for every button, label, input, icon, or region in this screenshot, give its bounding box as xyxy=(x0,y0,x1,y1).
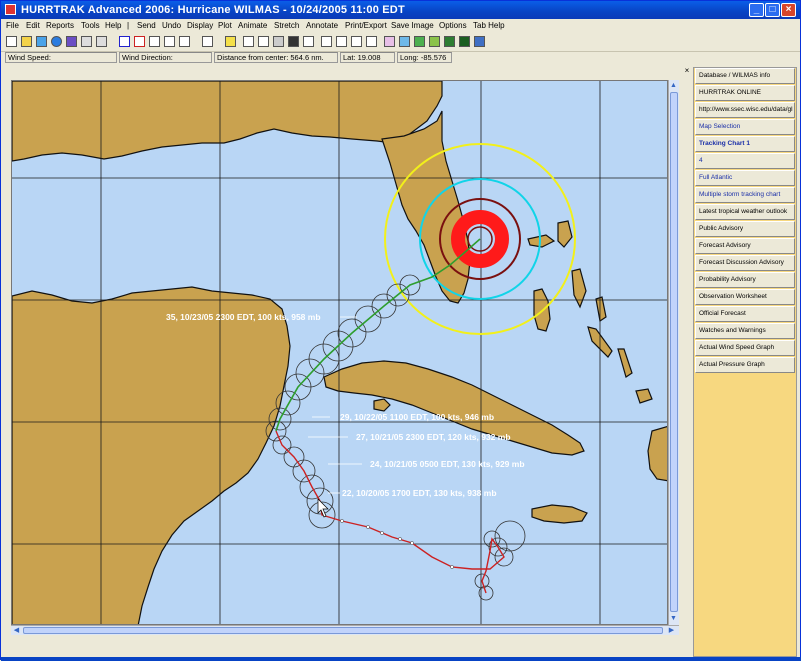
copy-icon[interactable] xyxy=(303,36,314,47)
lat-field: Lat: 19.008 xyxy=(340,52,395,63)
panel-btn-database-info[interactable]: Database / WILMAS info xyxy=(695,68,795,84)
window-title: HURRTRAK Advanced 2006: Hurricane WILMAS… xyxy=(21,4,405,16)
map-horizontal-scrollbar[interactable]: ◀ ▶ xyxy=(11,625,679,635)
refresh-icon[interactable] xyxy=(258,36,269,47)
map-canvas[interactable]: 35, 10/23/05 2300 EDT, 100 kts, 958 mb 2… xyxy=(12,81,668,625)
track-label-22: 22, 10/20/05 1700 EDT, 130 kts, 938 mb xyxy=(342,488,497,498)
panel-btn-public-advisory[interactable]: Public Advisory xyxy=(695,221,795,237)
clipboard-icon[interactable] xyxy=(179,36,190,47)
window-bottom-edge xyxy=(1,657,801,661)
track-label-27: 27, 10/21/05 2300 EDT, 120 kts, 932 mb xyxy=(356,432,511,442)
cycle-icon[interactable] xyxy=(336,36,347,47)
map-dark-icon[interactable] xyxy=(444,36,455,47)
menu-edit[interactable]: Edit xyxy=(26,21,40,30)
radar-icon[interactable] xyxy=(399,36,410,47)
pencil-icon[interactable] xyxy=(96,36,107,47)
menu-file[interactable]: File xyxy=(6,21,19,30)
minimize-button[interactable]: _ xyxy=(749,3,764,17)
track-label-29: 29, 10/22/05 1100 EDT, 100 kts, 946 mb xyxy=(340,412,494,422)
panel-btn-full-atlantic[interactable]: Full Atlantic xyxy=(695,170,795,186)
toolbar xyxy=(1,33,800,52)
satellite-icon[interactable] xyxy=(66,36,77,47)
status-bar: Wind Speed: Wind Direction: Distance fro… xyxy=(1,52,800,64)
distance-field: Distance from center: 564.6 nm. xyxy=(214,52,338,63)
menu-send[interactable]: Send xyxy=(137,21,156,30)
panel-btn-4[interactable]: 4 xyxy=(695,153,795,169)
track-label-35: 35, 10/23/05 2300 EDT, 100 kts, 958 mb xyxy=(166,312,321,322)
menu-annotate[interactable]: Annotate xyxy=(306,21,338,30)
map-vertical-scrollbar[interactable]: ▲ ▼ xyxy=(668,80,679,625)
print-icon[interactable] xyxy=(273,36,284,47)
panel-btn-wind-speed-graph[interactable]: Actual Wind Speed Graph xyxy=(695,340,795,356)
maximize-button[interactable]: □ xyxy=(765,3,780,17)
scroll-right-icon[interactable]: ▶ xyxy=(667,626,676,635)
paint-icon[interactable] xyxy=(321,36,332,47)
panel-btn-url[interactable]: http://www.ssec.wisc.edu/data/gl xyxy=(695,102,795,118)
menu-stretch[interactable]: Stretch xyxy=(274,21,299,30)
grid-icon[interactable] xyxy=(474,36,485,47)
menu-options[interactable]: Options xyxy=(439,21,467,30)
scroll-down-icon[interactable]: ▼ xyxy=(669,614,678,623)
scroll-left-icon[interactable]: ◀ xyxy=(12,626,21,635)
right-panel: Database / WILMAS info HURRTRAK ONLINE h… xyxy=(693,67,797,657)
panel-btn-tracking-chart[interactable]: Tracking Chart 1 xyxy=(695,136,795,152)
menu-animate[interactable]: Animate xyxy=(238,21,267,30)
layer-icon[interactable] xyxy=(149,36,160,47)
title-bar[interactable]: HURRTRAK Advanced 2006: Hurricane WILMAS… xyxy=(1,1,800,19)
triangle-red-icon[interactable] xyxy=(134,36,145,47)
new-icon[interactable] xyxy=(6,36,17,47)
panel-btn-multiple-storm[interactable]: Multiple storm tracking chart xyxy=(695,187,795,203)
long-field: Long: -85.576 xyxy=(397,52,452,63)
chart-icon[interactable] xyxy=(36,36,47,47)
scroll-up-icon[interactable]: ▲ xyxy=(669,81,678,90)
stack-icon[interactable] xyxy=(351,36,362,47)
menu-separator: | xyxy=(127,21,130,30)
menu-bar: File Edit Reports Tools Help | Send Undo… xyxy=(1,19,800,33)
panel-btn-probability-advisory[interactable]: Probability Advisory xyxy=(695,272,795,288)
document-icon[interactable] xyxy=(164,36,175,47)
app-icon xyxy=(5,4,16,15)
panel-btn-pressure-graph[interactable]: Actual Pressure Graph xyxy=(695,357,795,373)
panel-btn-official-forecast[interactable]: Official Forecast xyxy=(695,306,795,322)
image-icon[interactable] xyxy=(384,36,395,47)
wind-direction-field: Wind Direction: xyxy=(119,52,212,63)
menu-tools[interactable]: Tools xyxy=(81,21,100,30)
track-label-24: 24, 10/21/05 0500 EDT, 130 kts, 929 mb xyxy=(370,459,525,469)
tracking-map[interactable]: 35, 10/23/05 2300 EDT, 100 kts, 958 mb 2… xyxy=(11,80,668,625)
menu-reports[interactable]: Reports xyxy=(46,21,74,30)
vertical-scroll-thumb[interactable] xyxy=(670,92,678,612)
panel-btn-tropical-outlook[interactable]: Latest tropical weather outlook xyxy=(695,204,795,220)
menu-undo[interactable]: Undo xyxy=(162,21,181,30)
menu-print-export[interactable]: Print/Export xyxy=(345,21,387,30)
save-icon[interactable] xyxy=(288,36,299,47)
panel-btn-forecast-advisory[interactable]: Forecast Advisory xyxy=(695,238,795,254)
map-green-icon[interactable] xyxy=(414,36,425,47)
people-icon[interactable] xyxy=(81,36,92,47)
menu-display[interactable]: Display xyxy=(187,21,213,30)
app-window: HURRTRAK Advanced 2006: Hurricane WILMAS… xyxy=(0,0,801,661)
wind-speed-field: Wind Speed: xyxy=(5,52,117,63)
menu-save-image[interactable]: Save Image xyxy=(391,21,434,30)
panel-btn-map-selection[interactable]: Map Selection xyxy=(695,119,795,135)
rotate-icon[interactable] xyxy=(243,36,254,47)
panel-btn-observation-worksheet[interactable]: Observation Worksheet xyxy=(695,289,795,305)
menu-plot[interactable]: Plot xyxy=(218,21,232,30)
triangle-blue-icon[interactable] xyxy=(119,36,130,47)
forest-icon[interactable] xyxy=(459,36,470,47)
panel-close-icon[interactable]: × xyxy=(683,67,691,75)
panel-btn-forecast-discussion[interactable]: Forecast Discussion Advisory xyxy=(695,255,795,271)
globe-icon[interactable] xyxy=(51,36,62,47)
close-button[interactable]: × xyxy=(781,3,796,17)
undo-icon[interactable] xyxy=(202,36,213,47)
open-icon[interactable] xyxy=(21,36,32,47)
menu-help[interactable]: Help xyxy=(105,21,121,30)
horizontal-scroll-thumb[interactable] xyxy=(23,627,663,634)
3d-icon[interactable] xyxy=(366,36,377,47)
menu-tab-help[interactable]: Tab Help xyxy=(473,21,505,30)
map-light-icon[interactable] xyxy=(429,36,440,47)
panel-btn-watches-warnings[interactable]: Watches and Warnings xyxy=(695,323,795,339)
panel-btn-hurrtrak-online[interactable]: HURRTRAK ONLINE xyxy=(695,85,795,101)
key-icon[interactable] xyxy=(225,36,236,47)
